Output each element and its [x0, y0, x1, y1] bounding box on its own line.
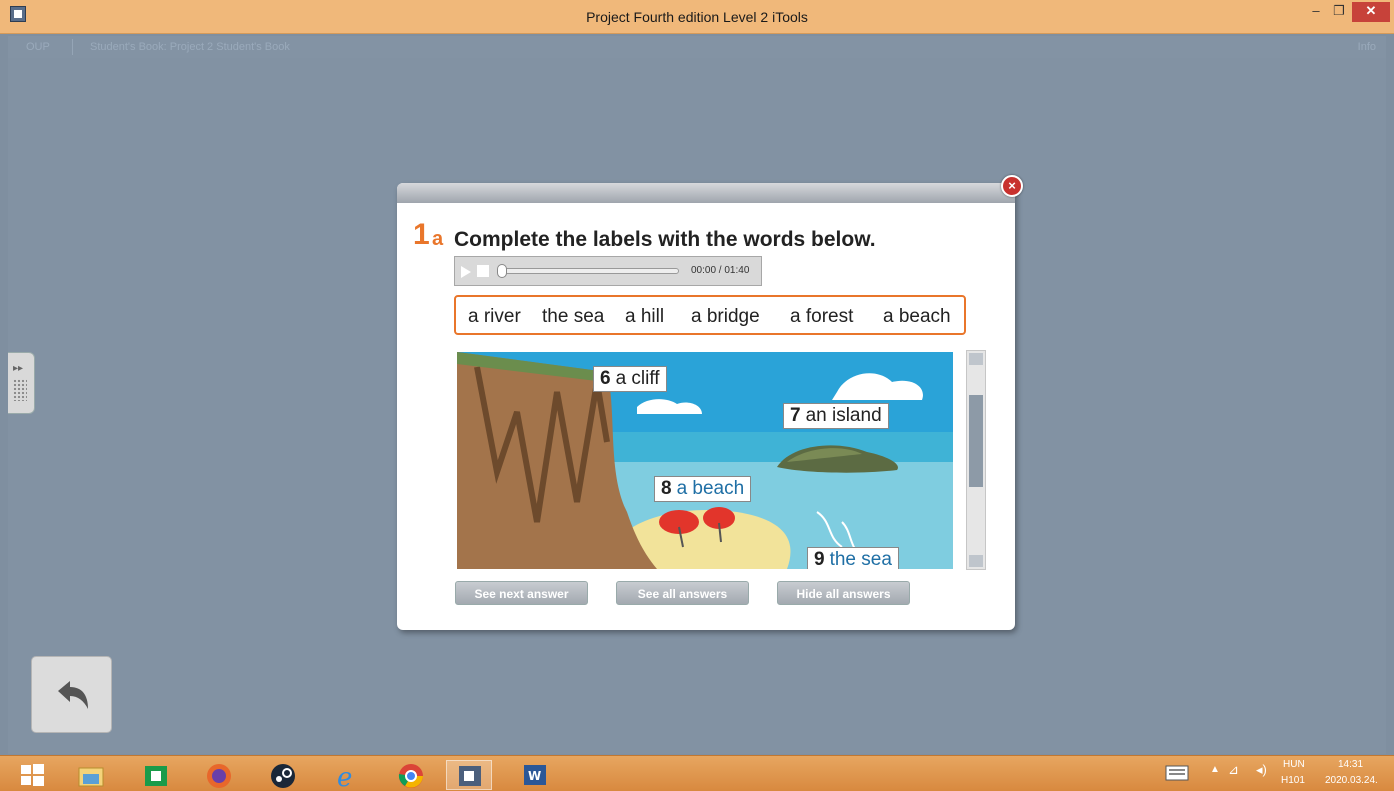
label-number: 7 [790, 405, 801, 426]
title-bar: Project Fourth edition Level 2 iTools – … [0, 0, 1394, 34]
label-8[interactable]: 8a beach [654, 476, 752, 502]
sub-navigation: OUP Student's Book: Project 2 Student's … [8, 36, 1386, 58]
exercise-number: 1 [413, 218, 430, 251]
breadcrumb[interactable]: Student's Book: Project 2 Student's Book [90, 41, 290, 53]
word-bank-item: a river [468, 306, 521, 327]
word-bank-item: a bridge [691, 306, 760, 327]
taskbar-store[interactable] [134, 760, 180, 790]
taskbar-ie[interactable]: e [324, 760, 370, 790]
dialog-header [397, 183, 1015, 203]
word-bank-item: a beach [883, 306, 951, 327]
oup-link[interactable]: OUP [26, 41, 50, 53]
hide-all-answers-button[interactable]: Hide all answers [777, 581, 910, 605]
chrome-icon [398, 764, 423, 788]
taskbar-word[interactable]: W [512, 760, 558, 790]
back-arrow-icon [58, 681, 88, 709]
windows-icon [21, 764, 44, 786]
internet-explorer-icon: e [337, 763, 352, 790]
stop-icon[interactable] [477, 265, 489, 277]
label-number: 6 [600, 368, 611, 389]
taskbar-chrome[interactable] [388, 760, 434, 790]
audio-progress-handle[interactable] [497, 264, 507, 278]
clock-time[interactable]: 14:31 [1338, 759, 1363, 770]
firefox-icon [207, 764, 231, 788]
close-dialog-button[interactable]: × [1001, 175, 1023, 197]
audio-progress-track[interactable] [499, 268, 679, 274]
taskbar-itools[interactable] [446, 760, 492, 790]
taskbar-steam[interactable] [260, 760, 306, 790]
label-answer: a beach [676, 478, 745, 499]
scroll-thumb[interactable] [969, 395, 983, 487]
label-answer: the sea [829, 549, 892, 569]
restore-button[interactable]: ❐ [1329, 2, 1349, 22]
minimize-button[interactable]: – [1306, 2, 1326, 22]
info-link[interactable]: Info [1358, 41, 1376, 53]
volume-icon[interactable]: ◂) [1256, 762, 1267, 778]
store-icon [145, 766, 167, 786]
label-text: a cliff [615, 368, 660, 389]
audio-player: 00:00 / 01:40 [454, 256, 762, 286]
svg-text:e: e [337, 763, 352, 790]
see-next-answer-button[interactable]: See next answer [455, 581, 588, 605]
label-7: 7 an island [783, 403, 889, 429]
exercise-instruction: Complete the labels with the words below… [454, 228, 876, 251]
label-6: 6a cliff [593, 366, 667, 392]
word-bank-item: a hill [625, 306, 665, 327]
scroll-up-icon[interactable] [969, 353, 983, 365]
exercise-letter: a [432, 228, 444, 250]
word-bank-item: the sea [542, 306, 605, 327]
word-icon: W [524, 765, 546, 785]
keypad-icon [13, 379, 27, 401]
start-button[interactable] [10, 760, 56, 790]
expand-icon: ▸▸ [13, 363, 24, 374]
network-icon[interactable]: ⊿ [1228, 762, 1239, 778]
coast-illustration: 6a cliff 7 an island 8a beach 9 the sea [457, 352, 953, 569]
side-panel-toggle[interactable]: ▸▸ [8, 352, 35, 414]
taskbar-explorer[interactable] [68, 760, 114, 790]
taskbar: e W ▲ ⊿ ◂) HUN H101 14:31 2020.03.24. [0, 755, 1394, 791]
label-text: an island [805, 405, 882, 426]
window-title: Project Fourth edition Level 2 iTools [586, 9, 808, 25]
divider [72, 39, 73, 55]
keyboard-layout[interactable]: H101 [1281, 775, 1305, 786]
folder-icon [78, 767, 104, 787]
label-number: 9 [814, 549, 825, 569]
scroll-down-icon[interactable] [969, 555, 983, 567]
keyboard-icon[interactable] [1165, 765, 1189, 781]
input-language[interactable]: HUN [1283, 759, 1305, 770]
word-bank-item: a forest [790, 306, 854, 327]
word-bank: a river the sea a hill a bridge a forest… [454, 295, 966, 335]
label-number: 8 [661, 478, 672, 499]
see-all-answers-button[interactable]: See all answers [616, 581, 749, 605]
taskbar-firefox[interactable] [196, 760, 242, 790]
play-icon[interactable] [461, 266, 471, 278]
close-window-button[interactable]: ✕ [1352, 2, 1390, 22]
itools-icon [459, 766, 481, 786]
label-9[interactable]: 9 the sea [807, 547, 899, 569]
steam-icon [271, 764, 295, 788]
svg-text:W: W [528, 769, 541, 783]
show-hidden-icons-icon[interactable]: ▲ [1210, 764, 1220, 775]
back-button[interactable] [31, 656, 112, 733]
illustration-scrollbar[interactable] [966, 350, 986, 570]
clock-date[interactable]: 2020.03.24. [1325, 775, 1378, 786]
audio-time: 00:00 / 01:40 [691, 265, 750, 276]
